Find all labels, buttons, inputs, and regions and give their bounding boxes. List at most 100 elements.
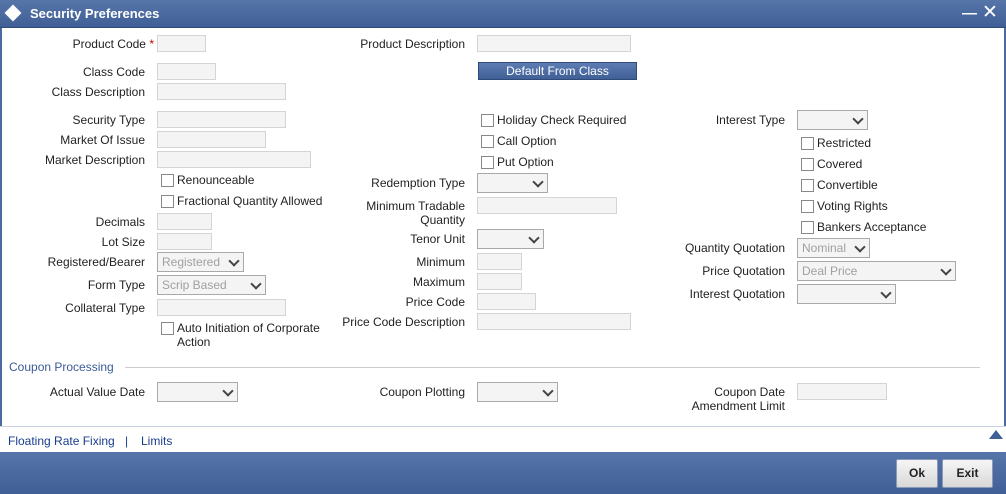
class-description-input[interactable] [157, 83, 286, 100]
covered-label: Covered [817, 157, 863, 171]
product-description-label: Product Description [360, 37, 465, 51]
chevron-down-icon [528, 232, 540, 244]
price-quotation-select[interactable]: Deal Price [797, 261, 956, 281]
decimals-input[interactable] [157, 213, 212, 230]
price-quotation-value: Deal Price [802, 264, 858, 278]
convertible-label: Convertible [817, 178, 878, 192]
fractional-quantity-checkbox[interactable] [161, 195, 174, 208]
registered-bearer-value: Registered [162, 255, 221, 269]
put-option-label: Put Option [497, 155, 554, 169]
actual-value-date-label: Actual Value Date [49, 385, 145, 399]
call-option-checkbox[interactable] [481, 135, 494, 148]
auto-initiation-checkbox[interactable] [161, 322, 174, 335]
form-type-select[interactable]: Scrip Based [157, 275, 266, 295]
voting-rights-label: Voting Rights [817, 199, 888, 213]
chevron-down-icon [852, 113, 864, 125]
price-code-label: Price Code [405, 295, 465, 309]
bankers-acceptance-label: Bankers Acceptance [817, 220, 927, 234]
product-code-label: Product Code * [72, 37, 154, 51]
chevron-down-icon [940, 264, 952, 276]
window-title: Security Preferences [30, 6, 160, 21]
product-code-input[interactable] [157, 35, 206, 52]
registered-bearer-label: Registered/Bearer [47, 255, 145, 269]
minimum-tradable-quantity-input[interactable] [477, 197, 617, 214]
exit-button[interactable]: Exit [942, 459, 993, 488]
quantity-quotation-label: Quantity Quotation [684, 241, 785, 255]
link-separator: | [125, 434, 129, 448]
market-description-input[interactable] [157, 151, 311, 168]
class-code-label: Class Code [82, 65, 145, 79]
minimum-label: Minimum [416, 255, 465, 269]
interest-quotation-label: Interest Quotation [689, 287, 785, 301]
actual-value-date-select[interactable] [157, 382, 238, 402]
coupon-plotting-select[interactable] [477, 382, 558, 402]
restricted-label: Restricted [817, 136, 872, 150]
chevron-down-icon [250, 278, 262, 290]
security-type-label: Security Type [72, 113, 145, 127]
minimum-tradable-quantity-label: Minimum Tradable Quantity [366, 199, 465, 227]
redemption-type-select[interactable] [477, 173, 548, 193]
restricted-checkbox[interactable] [801, 137, 814, 150]
coupon-date-amendment-limit-input[interactable] [797, 383, 887, 400]
footer-bar: Ok Exit [0, 452, 1006, 494]
maximum-input[interactable] [477, 273, 522, 290]
collateral-type-input[interactable] [157, 299, 286, 316]
required-marker: * [149, 37, 154, 51]
close-icon[interactable]: ✕ [982, 1, 998, 24]
form-type-value: Scrip Based [162, 278, 227, 292]
diamond-icon [4, 4, 22, 22]
minimum-input[interactable] [477, 253, 522, 270]
section-divider [125, 367, 980, 368]
voting-rights-checkbox[interactable] [801, 200, 814, 213]
lot-size-input[interactable] [157, 233, 212, 250]
class-description-label: Class Description [51, 85, 145, 99]
coupon-date-amendment-limit-label: Coupon Date Amendment Limit [691, 385, 785, 413]
minimize-icon[interactable]: — [962, 5, 977, 22]
chevron-down-icon [542, 385, 554, 397]
class-code-input[interactable] [157, 63, 216, 80]
chevron-down-icon [532, 176, 544, 188]
quantity-quotation-select[interactable]: Nominal [797, 238, 870, 258]
chevron-down-icon [228, 255, 240, 267]
link-bar: Floating Rate Fixing | Limits [0, 426, 1006, 452]
auto-initiation-label: Auto Initiation of Corporate Action [177, 321, 320, 349]
price-quotation-label: Price Quotation [702, 264, 785, 278]
interest-quotation-select[interactable] [797, 284, 896, 304]
chevron-down-icon [222, 385, 234, 397]
security-type-input[interactable] [157, 111, 286, 128]
tenor-unit-label: Tenor Unit [410, 232, 465, 246]
holiday-check-label: Holiday Check Required [497, 113, 627, 127]
redemption-type-label: Redemption Type [371, 176, 465, 190]
price-code-input[interactable] [477, 293, 536, 310]
renounceable-label: Renounceable [177, 173, 255, 187]
registered-bearer-select[interactable]: Registered [157, 252, 244, 272]
maximum-label: Maximum [412, 275, 465, 289]
interest-type-label: Interest Type [715, 113, 785, 127]
price-code-description-label: Price Code Description [342, 315, 465, 329]
tenor-unit-select[interactable] [477, 229, 544, 249]
floating-rate-fixing-link[interactable]: Floating Rate Fixing [8, 434, 115, 448]
price-code-description-input[interactable] [477, 313, 631, 330]
market-of-issue-input[interactable] [157, 131, 266, 148]
default-from-class-button[interactable]: Default From Class [478, 62, 637, 80]
limits-link[interactable]: Limits [141, 434, 172, 448]
lot-size-label: Lot Size [101, 235, 145, 249]
bankers-acceptance-checkbox[interactable] [801, 221, 814, 234]
collateral-type-label: Collateral Type [65, 301, 145, 315]
quantity-quotation-value: Nominal [802, 241, 847, 255]
product-description-input[interactable] [477, 35, 631, 52]
renounceable-checkbox[interactable] [161, 174, 174, 187]
chevron-down-icon [880, 287, 892, 299]
ok-button[interactable]: Ok [896, 459, 938, 488]
scroll-up-icon[interactable] [989, 430, 1003, 439]
coupon-plotting-label: Coupon Plotting [379, 385, 465, 399]
decimals-label: Decimals [95, 215, 145, 229]
fractional-quantity-label: Fractional Quantity Allowed [177, 194, 323, 208]
market-description-label: Market Description [44, 153, 145, 167]
put-option-checkbox[interactable] [481, 156, 494, 169]
chevron-down-icon [854, 241, 866, 253]
interest-type-select[interactable] [797, 110, 868, 130]
holiday-check-checkbox[interactable] [481, 114, 494, 127]
covered-checkbox[interactable] [801, 158, 814, 171]
convertible-checkbox[interactable] [801, 179, 814, 192]
